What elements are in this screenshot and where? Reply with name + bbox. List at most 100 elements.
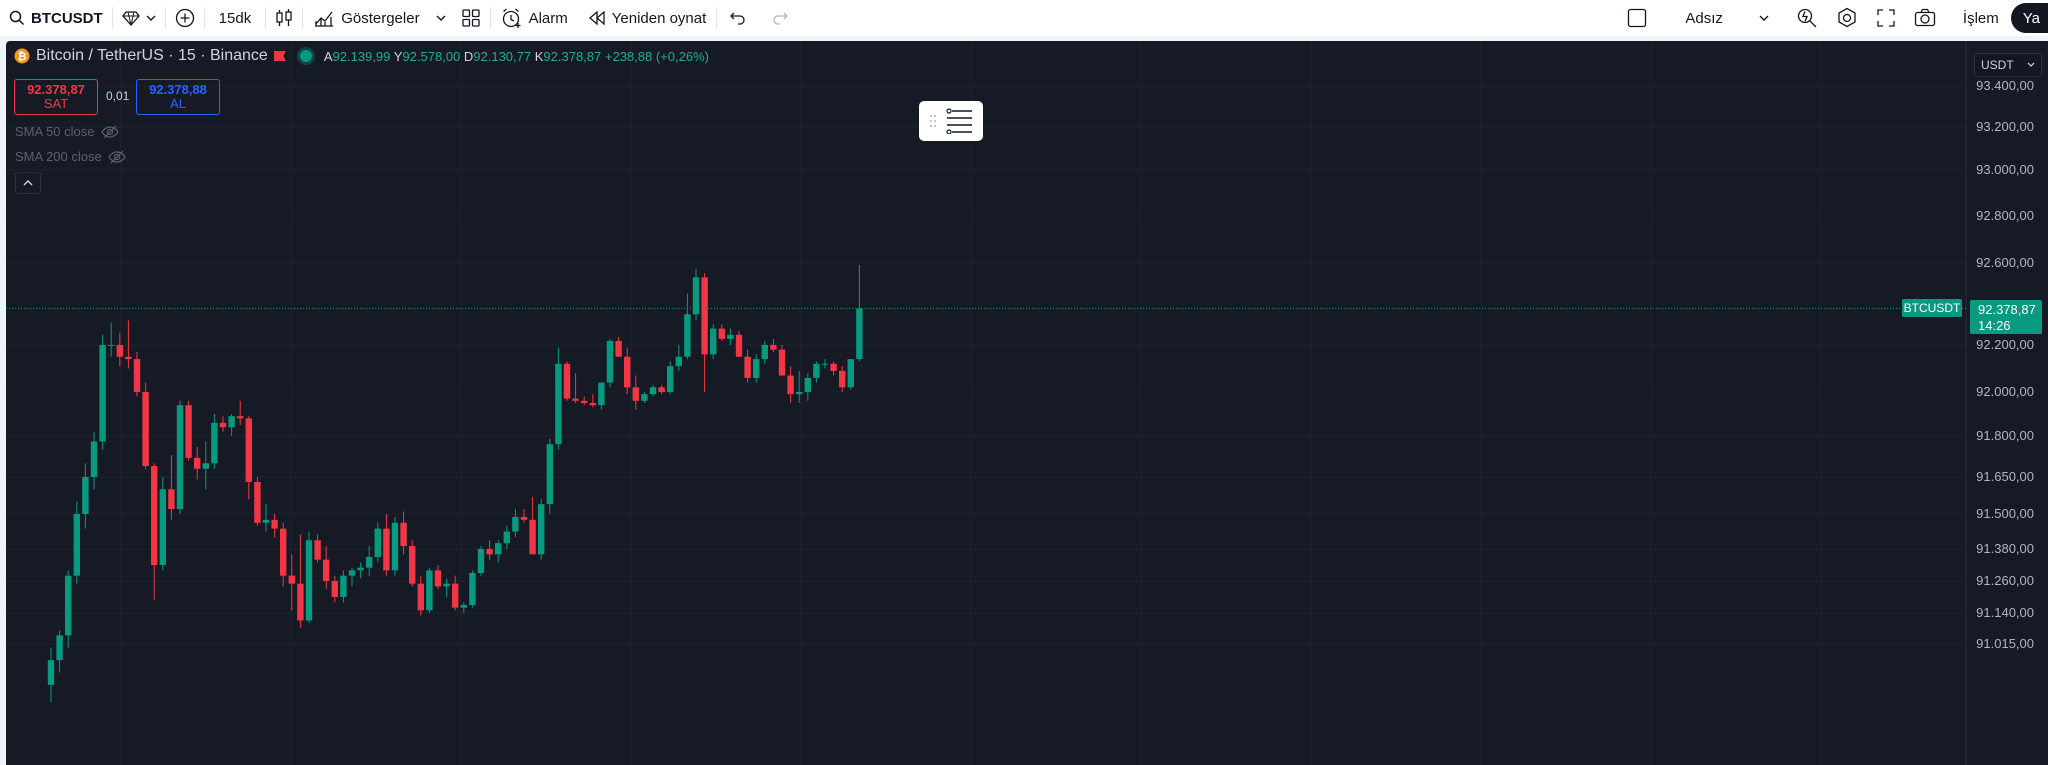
object-tree-icon[interactable] [945, 108, 973, 134]
symbol-title[interactable]: Bitcoin / TetherUS · 15 · Binance [36, 47, 268, 65]
candle[interactable] [151, 463, 158, 600]
layout-toggle-button[interactable] [1607, 0, 1667, 36]
candle[interactable] [572, 373, 579, 403]
candle[interactable] [787, 366, 794, 403]
trade-button[interactable]: İşlem [1945, 0, 2011, 36]
candle[interactable] [813, 361, 820, 383]
candle[interactable] [168, 455, 175, 520]
floating-toolbar[interactable] [919, 101, 983, 141]
candle[interactable] [125, 320, 132, 369]
candle[interactable] [529, 496, 536, 555]
candle[interactable] [434, 565, 442, 589]
candle[interactable] [606, 338, 614, 388]
candle[interactable] [417, 575, 424, 616]
candle[interactable] [718, 324, 725, 341]
candle[interactable] [847, 359, 854, 390]
candle[interactable] [280, 522, 287, 587]
layout-templates-button[interactable] [452, 0, 490, 36]
layout-name-button[interactable]: Adsız [1667, 0, 1787, 36]
price-chart[interactable] [6, 41, 2048, 765]
candle[interactable] [667, 361, 674, 395]
candle[interactable] [460, 602, 467, 613]
candle[interactable] [116, 332, 123, 367]
candle[interactable] [821, 359, 829, 369]
candle[interactable] [176, 400, 184, 514]
interval-button[interactable]: 15dk [205, 0, 266, 36]
candle[interactable] [538, 499, 545, 560]
candle[interactable] [830, 361, 837, 376]
candle[interactable] [753, 354, 760, 383]
candle[interactable] [202, 441, 209, 490]
candle[interactable] [839, 366, 846, 392]
candle[interactable] [185, 400, 192, 461]
candle[interactable] [598, 382, 605, 410]
candle[interactable] [314, 534, 321, 563]
candle[interactable] [426, 567, 433, 613]
candle[interactable] [82, 463, 89, 529]
eye-off-icon[interactable] [100, 125, 119, 139]
candle[interactable] [615, 336, 622, 357]
candle[interactable] [477, 546, 485, 576]
candle[interactable] [770, 338, 777, 353]
candle[interactable] [90, 431, 98, 490]
candle[interactable] [348, 567, 356, 587]
candle[interactable] [778, 345, 786, 376]
candle[interactable] [684, 293, 691, 360]
candle[interactable] [237, 400, 244, 425]
candle[interactable] [340, 570, 347, 603]
candle[interactable] [99, 334, 106, 450]
candle[interactable] [761, 340, 768, 364]
candle[interactable] [374, 522, 381, 563]
candle[interactable] [658, 384, 665, 395]
currency-select[interactable]: USDT [1974, 53, 2042, 77]
candle[interactable] [581, 396, 588, 406]
symbol-type-button[interactable] [113, 0, 165, 36]
candle[interactable] [331, 575, 338, 603]
replay-button[interactable]: Yeniden oynat [578, 0, 717, 36]
candle[interactable] [735, 330, 743, 357]
candle[interactable] [589, 394, 596, 408]
candle[interactable] [108, 322, 115, 357]
candle[interactable] [366, 546, 373, 576]
candle[interactable] [546, 438, 553, 514]
indicator-sma200[interactable]: SMA 200 close [15, 149, 126, 164]
collapse-legend-button[interactable] [15, 172, 41, 194]
candle[interactable] [400, 511, 407, 555]
indicators-dropdown[interactable] [430, 0, 452, 36]
candle[interactable] [142, 382, 149, 469]
symbol-search[interactable]: BTCUSDT [0, 0, 112, 36]
undo-button[interactable] [717, 0, 759, 36]
indicators-button[interactable]: Göstergeler [303, 0, 429, 36]
candle[interactable] [383, 514, 390, 576]
buy-button[interactable]: 92.378,88 AL [136, 79, 220, 115]
candle[interactable] [65, 570, 72, 648]
candle[interactable] [271, 514, 278, 538]
eye-off-icon[interactable] [108, 150, 126, 164]
compare-button[interactable] [166, 0, 204, 36]
candle[interactable] [856, 265, 863, 362]
alert-button[interactable]: Alarm [491, 0, 578, 36]
candle[interactable] [632, 375, 639, 410]
candle[interactable] [305, 531, 313, 623]
candle[interactable] [219, 416, 227, 432]
fullscreen-button[interactable] [1867, 0, 1905, 36]
candle[interactable] [804, 373, 811, 401]
candle[interactable] [47, 647, 55, 703]
quick-search-button[interactable] [1787, 0, 1827, 36]
candle[interactable] [288, 554, 295, 611]
candle[interactable] [512, 509, 519, 538]
candle[interactable] [254, 477, 261, 526]
candle[interactable] [520, 509, 528, 523]
candle[interactable] [710, 324, 717, 360]
snapshot-button[interactable] [1905, 0, 1945, 36]
candle[interactable] [495, 540, 502, 563]
publish-button[interactable]: Ya [2010, 3, 2048, 33]
candle[interactable] [624, 347, 631, 395]
candle[interactable] [56, 630, 63, 673]
candle[interactable] [194, 446, 201, 480]
candle[interactable] [159, 477, 166, 571]
candle[interactable] [228, 414, 235, 436]
candle[interactable] [675, 345, 682, 371]
candle[interactable] [133, 352, 141, 397]
candle[interactable] [391, 516, 399, 576]
